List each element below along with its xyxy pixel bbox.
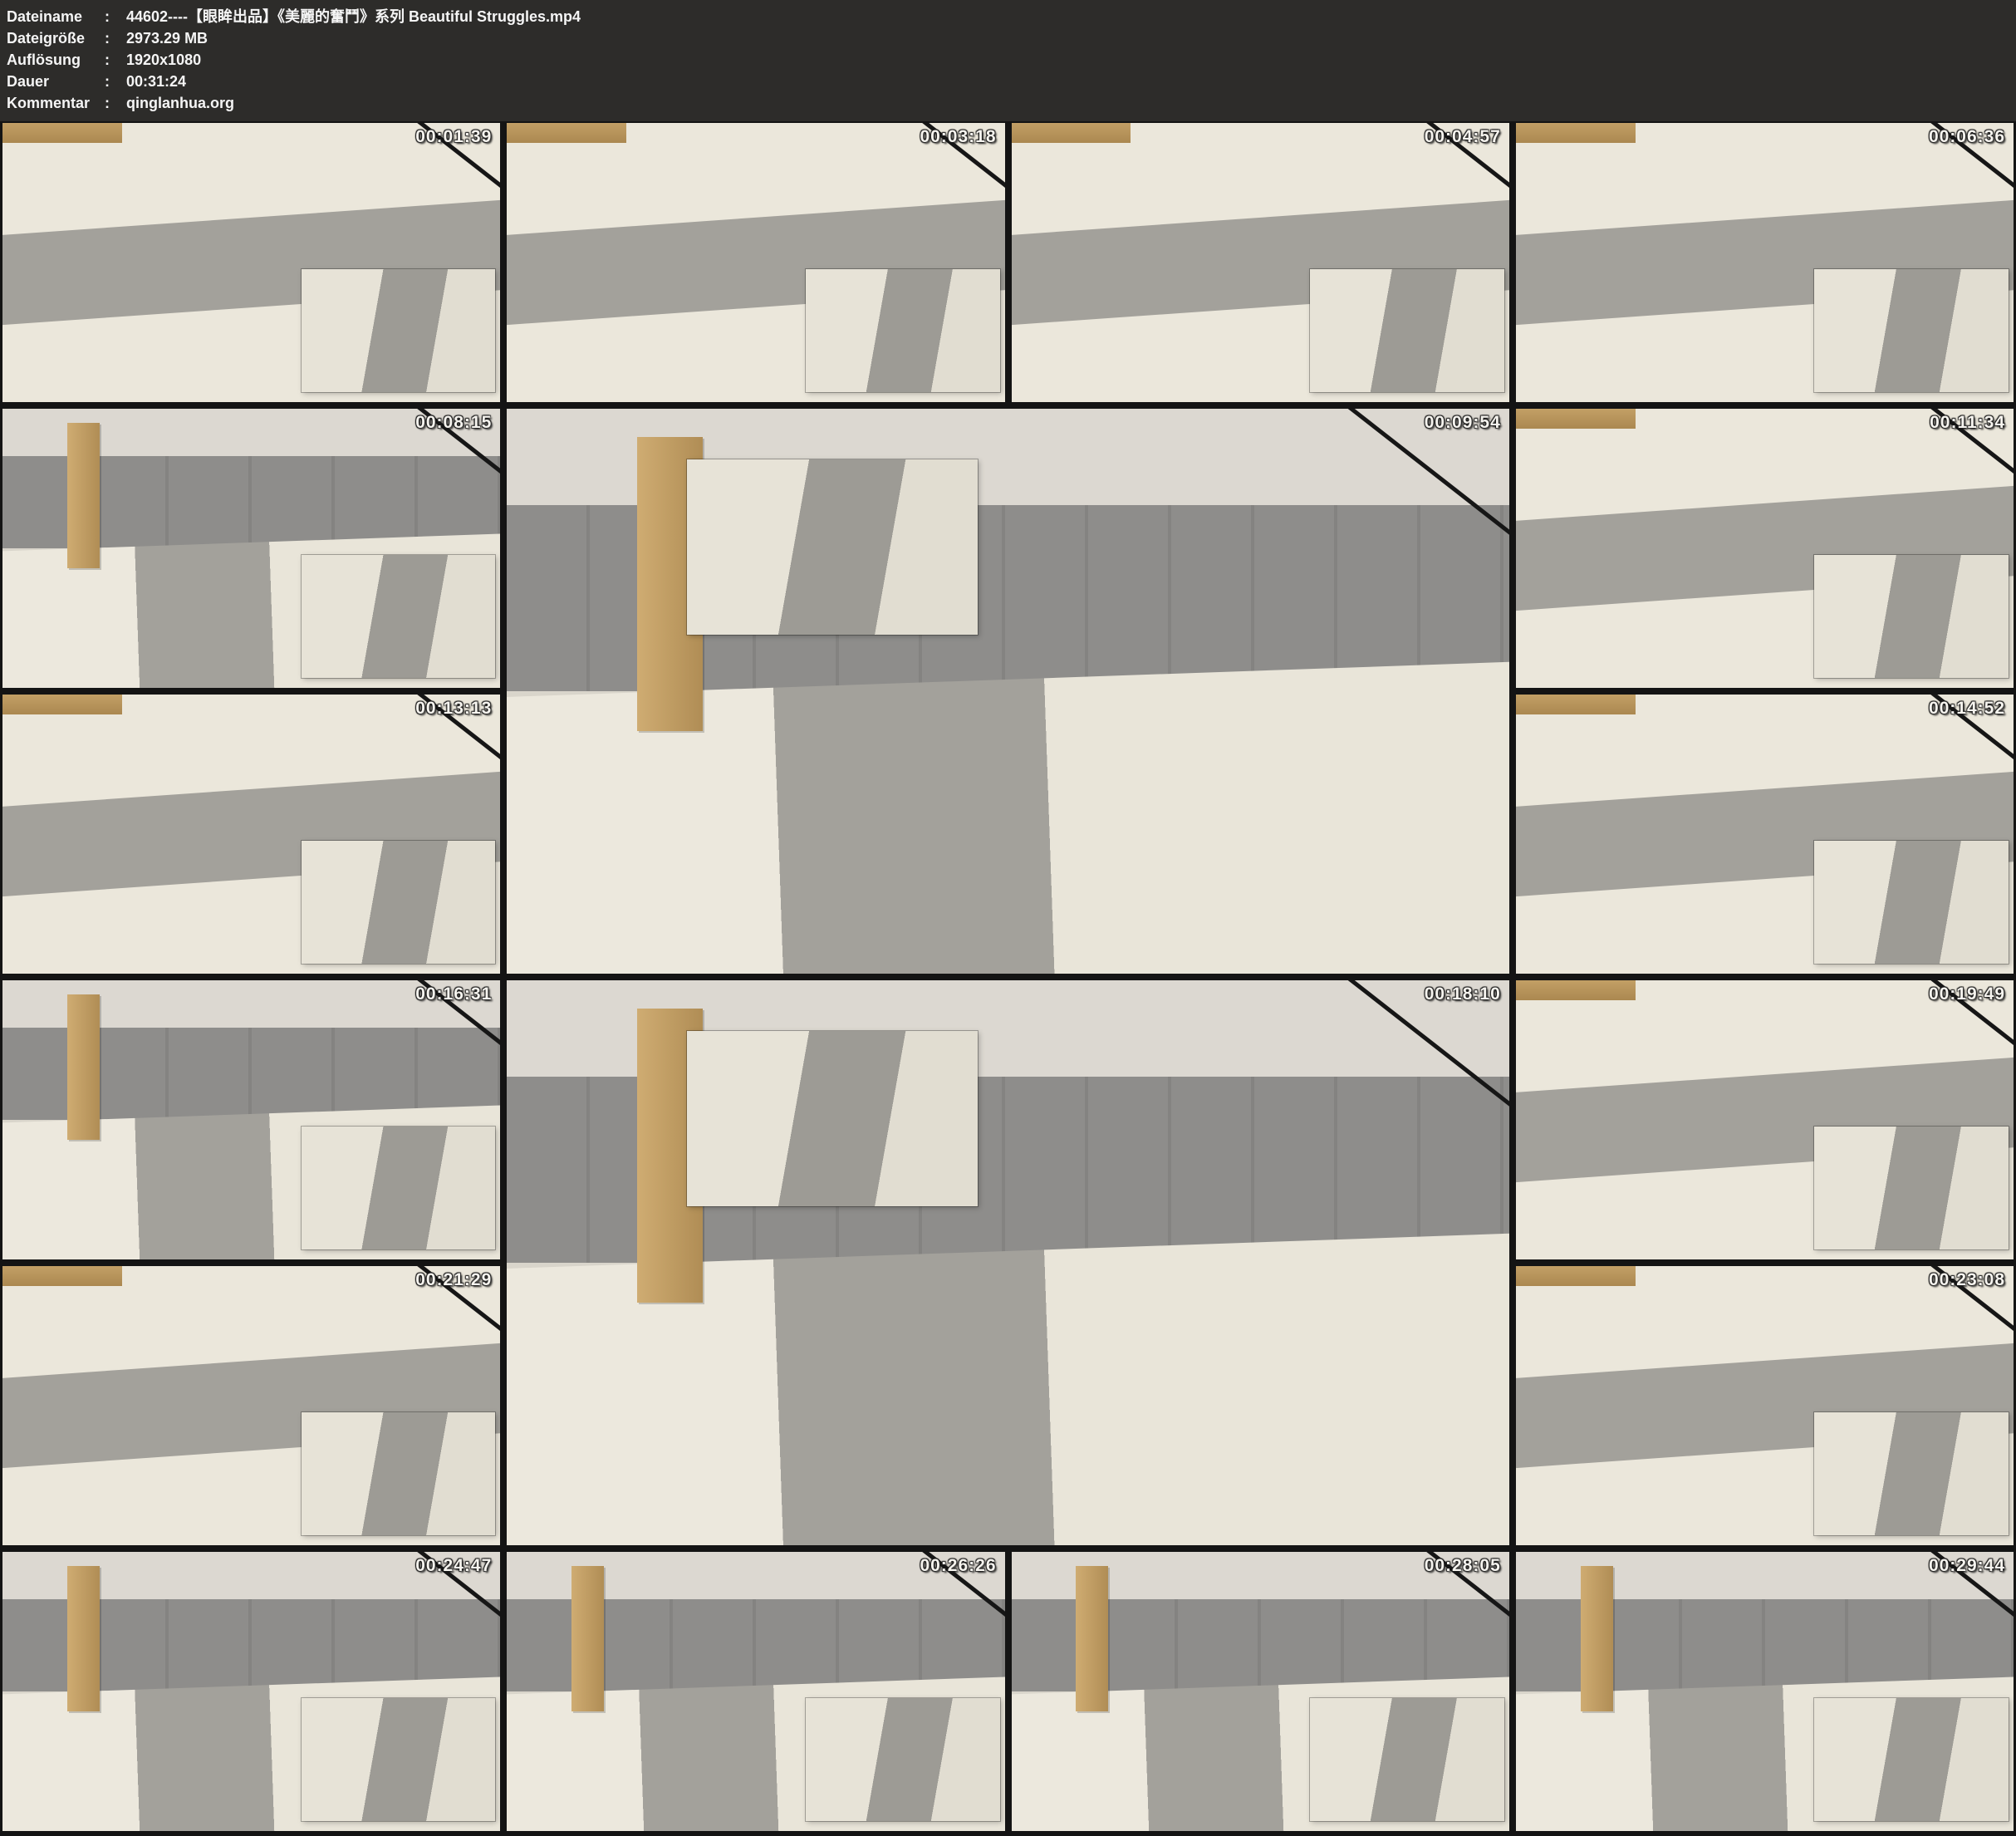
wood-post-shape <box>1076 1566 1108 1711</box>
picture-in-picture-inset <box>806 269 1000 392</box>
meta-separator: : <box>105 92 126 114</box>
meta-label: Dauer <box>7 71 105 92</box>
meta-value-comment: qinglanhua.org <box>126 92 2008 114</box>
wood-beam-shape <box>1516 409 1636 429</box>
frame-timestamp: 00:16:31 <box>415 984 492 1004</box>
frame-timestamp: 00:11:34 <box>1930 413 2005 433</box>
frame-timestamp: 00:28:05 <box>1425 1556 1501 1576</box>
meta-value-duration: 00:31:24 <box>126 71 2008 92</box>
meta-label: Kommentar <box>7 92 105 114</box>
wood-beam-shape <box>2 695 122 714</box>
wood-beam-shape <box>507 123 626 143</box>
video-frame-thumbnail: 00:21:29 <box>2 1266 500 1545</box>
video-frame-thumbnail-large: 00:09:54 <box>507 409 1509 974</box>
wood-post-shape <box>67 1566 100 1711</box>
video-frame-thumbnail: 00:29:44 <box>1516 1552 2014 1831</box>
video-frame-thumbnail: 00:14:52 <box>1516 695 2014 974</box>
room-scene-placeholder <box>507 409 1509 974</box>
frame-timestamp: 00:26:26 <box>920 1556 996 1576</box>
video-frame-thumbnail: 00:23:08 <box>1516 1266 2014 1545</box>
wood-post-shape <box>67 423 100 568</box>
frame-timestamp: 00:24:47 <box>415 1556 492 1576</box>
meta-value-filename: 44602----【眼眸出品】《美麗的奮鬥》系列 Beautiful Strug… <box>126 6 2008 27</box>
wood-beam-shape <box>1516 695 1636 714</box>
thumbnail-grid: 00:01:39 00:03:18 00:04:57 00:06:36 00:0… <box>0 121 2016 1836</box>
meta-separator: : <box>105 49 126 71</box>
frame-timestamp: 00:04:57 <box>1425 127 1501 147</box>
picture-in-picture-inset <box>1814 1127 2009 1249</box>
video-frame-thumbnail: 00:11:34 <box>1516 409 2014 688</box>
wood-beam-shape <box>1012 123 1131 143</box>
meta-value-resolution: 1920x1080 <box>126 49 2008 71</box>
meta-label: Dateigröße <box>7 27 105 49</box>
meta-value-filesize: 2973.29 MB <box>126 27 2008 49</box>
picture-in-picture-inset <box>1814 269 2009 392</box>
picture-in-picture-inset <box>302 555 496 678</box>
wood-beam-shape <box>1516 980 1636 1000</box>
meta-row-filename: Dateiname : 44602----【眼眸出品】《美麗的奮鬥》系列 Bea… <box>7 6 2008 27</box>
wood-post-shape <box>67 994 100 1140</box>
frame-timestamp: 00:09:54 <box>1425 413 1501 433</box>
picture-in-picture-inset <box>1814 841 2009 964</box>
meta-row-comment: Kommentar : qinglanhua.org <box>7 92 2008 114</box>
video-frame-thumbnail: 00:03:18 <box>507 123 1004 402</box>
video-frame-thumbnail: 00:26:26 <box>507 1552 1004 1831</box>
meta-label: Auflösung <box>7 49 105 71</box>
frame-timestamp: 00:14:52 <box>1929 699 2005 719</box>
picture-in-picture-inset <box>302 1698 496 1821</box>
picture-in-picture-inset <box>302 1127 496 1249</box>
frame-timestamp: 00:03:18 <box>920 127 996 147</box>
wood-beam-shape <box>1516 1266 1636 1286</box>
picture-in-picture-inset <box>302 841 496 964</box>
meta-row-duration: Dauer : 00:31:24 <box>7 71 2008 92</box>
picture-in-picture-inset <box>1310 269 1504 392</box>
frame-timestamp: 00:01:39 <box>415 127 492 147</box>
wood-post-shape <box>571 1566 604 1711</box>
wood-beam-shape <box>2 1266 122 1286</box>
picture-in-picture-inset <box>302 269 496 392</box>
meta-label: Dateiname <box>7 6 105 27</box>
meta-row-resolution: Auflösung : 1920x1080 <box>7 49 2008 71</box>
wood-post-shape <box>1581 1566 1613 1711</box>
file-metadata-header: Dateiname : 44602----【眼眸出品】《美麗的奮鬥》系列 Bea… <box>0 0 2016 121</box>
video-frame-thumbnail: 00:04:57 <box>1012 123 1509 402</box>
picture-in-picture-inset <box>1310 1698 1504 1821</box>
meta-row-filesize: Dateigröße : 2973.29 MB <box>7 27 2008 49</box>
picture-in-picture-inset <box>806 1698 1000 1821</box>
video-frame-thumbnail: 00:13:13 <box>2 695 500 974</box>
video-frame-thumbnail: 00:28:05 <box>1012 1552 1509 1831</box>
meta-separator: : <box>105 71 126 92</box>
frame-timestamp: 00:13:13 <box>415 699 492 719</box>
wood-beam-shape <box>2 123 122 143</box>
frame-timestamp: 00:08:15 <box>415 413 492 433</box>
frame-timestamp: 00:18:10 <box>1425 984 1501 1004</box>
picture-in-picture-inset <box>1814 555 2009 678</box>
picture-in-picture-inset <box>1814 1412 2009 1535</box>
meta-separator: : <box>105 6 126 27</box>
video-frame-thumbnail: 00:08:15 <box>2 409 500 688</box>
picture-in-picture-inset <box>302 1412 496 1535</box>
frame-timestamp: 00:29:44 <box>1929 1556 2005 1576</box>
frame-timestamp: 00:21:29 <box>415 1270 492 1290</box>
frame-timestamp: 00:06:36 <box>1929 127 2005 147</box>
meta-separator: : <box>105 27 126 49</box>
video-frame-thumbnail: 00:19:49 <box>1516 980 2014 1259</box>
video-frame-thumbnail-large: 00:18:10 <box>507 980 1509 1545</box>
video-frame-thumbnail: 00:01:39 <box>2 123 500 402</box>
picture-in-picture-inset <box>1814 1698 2009 1821</box>
picture-in-picture-inset <box>687 1031 978 1206</box>
video-frame-thumbnail: 00:06:36 <box>1516 123 2014 402</box>
video-frame-thumbnail: 00:16:31 <box>2 980 500 1259</box>
video-frame-thumbnail: 00:24:47 <box>2 1552 500 1831</box>
wood-beam-shape <box>1516 123 1636 143</box>
picture-in-picture-inset <box>687 459 978 635</box>
frame-timestamp: 00:19:49 <box>1929 984 2005 1004</box>
frame-timestamp: 00:23:08 <box>1929 1270 2005 1290</box>
room-scene-placeholder <box>507 980 1509 1545</box>
